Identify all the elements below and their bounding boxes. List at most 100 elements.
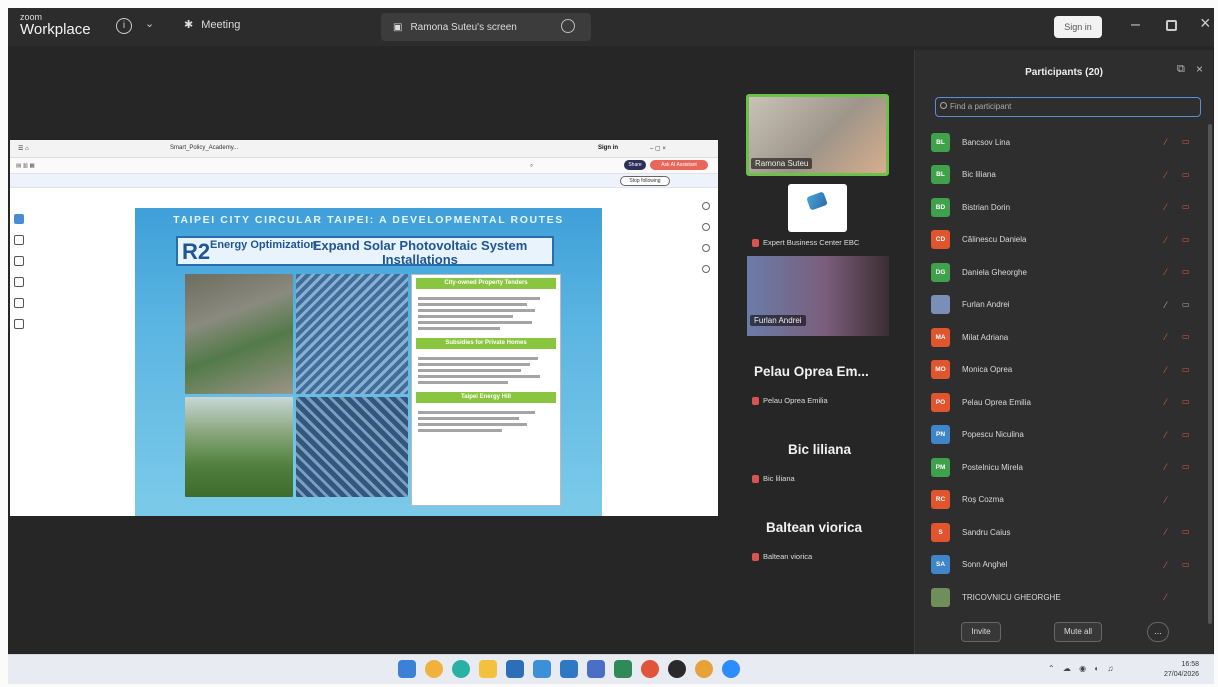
- rotate-icon[interactable]: [702, 223, 710, 231]
- edge-icon[interactable]: [452, 660, 470, 678]
- app-icon[interactable]: [614, 660, 632, 678]
- mic-off-icon[interactable]: ⁄: [1165, 462, 1174, 472]
- camera-off-icon[interactable]: ▭: [1182, 332, 1193, 341]
- participant-name: Bistrian Dorin: [962, 202, 1011, 212]
- camera-off-icon[interactable]: ▭: [1182, 397, 1193, 406]
- participant-row[interactable]: TRICOVNICU GHEORGHE ⁄: [931, 581, 1201, 614]
- camera-off-icon[interactable]: ▭: [1182, 527, 1193, 536]
- camera-off-icon[interactable]: ▭: [1182, 462, 1193, 471]
- camera-off-icon[interactable]: ▭: [1182, 365, 1193, 374]
- invite-button[interactable]: Invite: [961, 622, 1001, 642]
- close-tab-icon[interactable]: [561, 19, 575, 33]
- participant-row[interactable]: DG Daniela Gheorghe ⁄ ▭: [931, 256, 1201, 289]
- pop-out-icon[interactable]: ⧉: [1177, 63, 1185, 76]
- close-window-icon[interactable]: ×: [1200, 13, 1211, 34]
- screen-share-tab[interactable]: ▣ Ramona Suteu's screen: [381, 13, 591, 41]
- camera-off-icon[interactable]: ▭: [1182, 235, 1193, 244]
- camera-off-icon[interactable]: ▭: [1182, 170, 1193, 179]
- browser-window-controls[interactable]: – ▢ ×: [650, 145, 666, 152]
- camera-off-icon[interactable]: ▭: [1182, 137, 1193, 146]
- ask-ai-button[interactable]: Ask AI Assistant: [650, 160, 708, 170]
- browser-icon[interactable]: [641, 660, 659, 678]
- screen-tab-label: Ramona Suteu's screen: [410, 21, 517, 33]
- close-panel-icon[interactable]: ×: [1196, 62, 1203, 76]
- video-tile-ramona[interactable]: Ramona Suteu: [746, 94, 889, 176]
- mail-icon[interactable]: [533, 660, 551, 678]
- search-tool-icon[interactable]: [14, 319, 24, 329]
- participant-row[interactable]: BL Bic liliana ⁄ ▭: [931, 159, 1201, 192]
- zoom-tool-icon[interactable]: [14, 235, 24, 245]
- mic-off-icon[interactable]: ⁄: [1165, 235, 1174, 245]
- camera-off-icon[interactable]: ▭: [1182, 267, 1193, 276]
- browser-tab[interactable]: Smart_Policy_Academy...: [170, 145, 238, 151]
- stop-following-button[interactable]: Stop following: [620, 176, 670, 186]
- meeting-menu[interactable]: ✱ Meeting: [184, 18, 240, 32]
- avatar: [931, 295, 950, 315]
- mic-off-icon[interactable]: ⁄: [1165, 202, 1174, 212]
- mic-off-icon[interactable]: ⁄: [1165, 137, 1174, 147]
- participant-row[interactable]: S Sandru Caius ⁄ ▭: [931, 516, 1201, 549]
- chrome-icon[interactable]: [695, 660, 713, 678]
- participant-row[interactable]: MO Monica Oprea ⁄ ▭: [931, 354, 1201, 387]
- participant-row[interactable]: PN Popescu Niculina ⁄ ▭: [931, 419, 1201, 452]
- outlook-icon[interactable]: [560, 660, 578, 678]
- participant-row[interactable]: BL Bancsov Lina ⁄ ▭: [931, 126, 1201, 159]
- more-options-button[interactable]: ...: [1147, 622, 1169, 642]
- camera-off-icon[interactable]: ▭: [1182, 560, 1193, 569]
- clock[interactable]: 16:58 27/04/2026: [1164, 660, 1199, 680]
- browser-share-button[interactable]: Share: [624, 160, 646, 170]
- zoom-in-icon[interactable]: [702, 202, 710, 210]
- participant-search-input[interactable]: Find a participant: [935, 97, 1201, 117]
- mic-off-icon[interactable]: ⁄: [1165, 592, 1174, 602]
- participant-row[interactable]: BD Bistrian Dorin ⁄ ▭: [931, 191, 1201, 224]
- draw-tool-icon[interactable]: [14, 256, 24, 266]
- mic-off-icon[interactable]: ⁄: [1165, 332, 1174, 342]
- system-tray-icons[interactable]: ⌃ ☁ ◉ ◐ ♫: [1048, 664, 1116, 673]
- page-icon[interactable]: [702, 265, 710, 273]
- text-tool-icon[interactable]: [14, 298, 24, 308]
- camera-off-icon[interactable]: ▭: [1182, 202, 1193, 211]
- panel-scrollbar[interactable]: [1208, 124, 1212, 624]
- zoom-app-icon[interactable]: [722, 660, 740, 678]
- mic-off-icon[interactable]: ⁄: [1165, 170, 1174, 180]
- folder-icon[interactable]: [479, 660, 497, 678]
- mic-off-icon[interactable]: ⁄: [1165, 430, 1174, 440]
- sign-in-button[interactable]: Sign in: [1054, 16, 1102, 38]
- participant-row[interactable]: SA Sonn Anghel ⁄ ▭: [931, 549, 1201, 582]
- teams-icon[interactable]: [587, 660, 605, 678]
- video-tile-furlan[interactable]: Furlan Andrei: [747, 256, 889, 336]
- toolbar-menu[interactable]: ▤ ▥ ▦: [16, 163, 35, 169]
- mic-off-icon[interactable]: ⁄: [1165, 397, 1174, 407]
- select-tool-icon[interactable]: [14, 214, 24, 224]
- participant-row[interactable]: PM Postelnicu Mirela ⁄ ▭: [931, 451, 1201, 484]
- mic-off-icon[interactable]: ⁄: [1165, 560, 1174, 570]
- start-icon[interactable]: [398, 660, 416, 678]
- participant-row[interactable]: PO Pelau Oprea Emilia ⁄ ▭: [931, 386, 1201, 419]
- participant-row[interactable]: Furlan Andrei ⁄ ▭: [931, 289, 1201, 322]
- mic-off-icon[interactable]: ⁄: [1165, 300, 1174, 310]
- maximize-icon[interactable]: [1166, 20, 1177, 31]
- obs-icon[interactable]: [668, 660, 686, 678]
- slide-headline: Expand Solar Photovoltaic System Install…: [312, 238, 528, 267]
- fit-icon[interactable]: [702, 244, 710, 252]
- mic-off-icon[interactable]: ⁄: [1165, 527, 1174, 537]
- video-tile-expert[interactable]: [788, 184, 847, 232]
- camera-off-icon[interactable]: ▭: [1182, 300, 1193, 309]
- browser-nav-icon[interactable]: ☰ ⌂: [18, 145, 29, 152]
- mic-off-icon[interactable]: ⁄: [1165, 495, 1174, 505]
- browser-sign-in[interactable]: Sign in: [598, 145, 618, 151]
- search-icon[interactable]: ⌕: [530, 163, 533, 170]
- mic-off-icon[interactable]: ⁄: [1165, 267, 1174, 277]
- participant-row[interactable]: MA Milat Adriana ⁄ ▭: [931, 321, 1201, 354]
- widgets-icon[interactable]: [425, 660, 443, 678]
- participant-row[interactable]: RC Roș Cozma ⁄: [931, 484, 1201, 517]
- participant-row[interactable]: CD Călinescu Daniela ⁄ ▭: [931, 224, 1201, 257]
- info-icon[interactable]: i: [116, 18, 132, 34]
- mic-off-icon[interactable]: ⁄: [1165, 365, 1174, 375]
- minimize-icon[interactable]: –: [1131, 16, 1140, 34]
- camera-off-icon[interactable]: ▭: [1182, 430, 1193, 439]
- store-icon[interactable]: [506, 660, 524, 678]
- erase-tool-icon[interactable]: [14, 277, 24, 287]
- mute-all-button[interactable]: Mute all: [1054, 622, 1102, 642]
- chevron-down-icon[interactable]: ⌄: [145, 17, 154, 30]
